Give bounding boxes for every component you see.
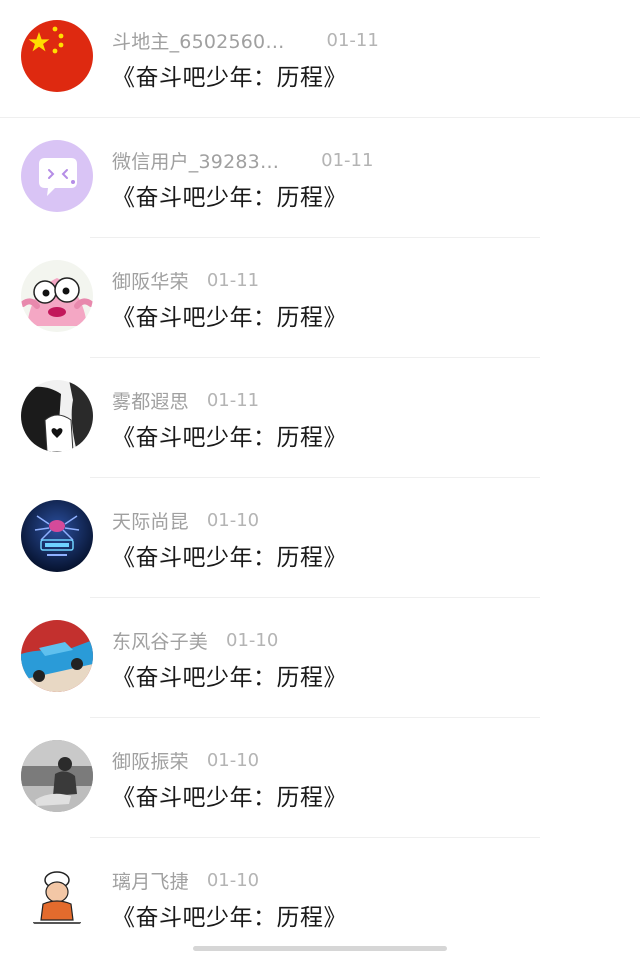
home-indicator[interactable] bbox=[193, 946, 447, 951]
blue-car-photo-avatar[interactable] bbox=[21, 620, 93, 692]
message-text: 《奋斗吧少年：历程》 bbox=[112, 905, 347, 931]
item-header: 璃月飞捷 01-10 bbox=[112, 867, 259, 893]
list-item[interactable]: 斗地主_6502560… 01-11 《奋斗吧少年：历程》 bbox=[0, 0, 640, 120]
list-item[interactable]: 天际尚昆 01-10 《奋斗吧少年：历程》 bbox=[0, 480, 640, 600]
username: 天际尚昆 bbox=[112, 510, 189, 533]
username: 微信用户_39283… bbox=[112, 150, 280, 173]
purple-chat-bubble-avatar[interactable] bbox=[21, 140, 93, 212]
timestamp: 01-10 bbox=[206, 509, 260, 531]
timestamp: 01-11 bbox=[206, 269, 260, 291]
china-flag-avatar[interactable] bbox=[21, 20, 93, 92]
divider bbox=[90, 597, 540, 598]
divider bbox=[90, 477, 540, 478]
cartoon-swimmer-sticker-avatar[interactable] bbox=[21, 860, 93, 932]
list-item[interactable]: 璃月飞捷 01-10 《奋斗吧少年：历程》 bbox=[0, 840, 640, 960]
username: 雾都遐思 bbox=[112, 390, 189, 413]
username: 御阪振荣 bbox=[112, 750, 189, 773]
item-header: 御阪华荣 01-11 bbox=[112, 267, 259, 293]
dark-blue-spider-logo-avatar[interactable] bbox=[21, 500, 93, 572]
username: 斗地主_6502560… bbox=[112, 30, 285, 53]
message-text: 《奋斗吧少年：历程》 bbox=[112, 785, 347, 811]
divider bbox=[90, 837, 540, 838]
grayscale-person-beach-photo-avatar[interactable] bbox=[21, 740, 93, 812]
divider bbox=[0, 117, 640, 118]
timestamp: 01-10 bbox=[206, 869, 260, 891]
item-header: 天际尚昆 01-10 bbox=[112, 507, 259, 533]
list-item[interactable]: 御阪华荣 01-11 《奋斗吧少年：历程》 bbox=[0, 240, 640, 360]
divider bbox=[90, 237, 540, 238]
message-text: 《奋斗吧少年：历程》 bbox=[112, 545, 347, 571]
list-item[interactable]: 东风谷子美 01-10 《奋斗吧少年：历程》 bbox=[0, 600, 640, 720]
list-item[interactable]: 御阪振荣 01-10 《奋斗吧少年：历程》 bbox=[0, 720, 640, 840]
timestamp: 01-10 bbox=[206, 749, 260, 771]
timestamp: 01-11 bbox=[321, 149, 374, 171]
divider bbox=[90, 717, 540, 718]
username: 御阪华荣 bbox=[112, 270, 189, 293]
pink-starfish-cartoon-avatar[interactable] bbox=[21, 260, 93, 332]
message-text: 《奋斗吧少年：历程》 bbox=[112, 425, 347, 451]
item-header: 东风谷子美 01-10 bbox=[112, 627, 278, 653]
message-text: 《奋斗吧少年：历程》 bbox=[112, 65, 347, 91]
message-text: 《奋斗吧少年：历程》 bbox=[112, 665, 347, 691]
item-header: 御阪振荣 01-10 bbox=[112, 747, 259, 773]
username: 璃月飞捷 bbox=[112, 870, 189, 893]
item-header: 雾都遐思 01-11 bbox=[112, 387, 259, 413]
timestamp: 01-11 bbox=[326, 29, 379, 51]
username: 东风谷子美 bbox=[112, 630, 209, 653]
divider bbox=[90, 357, 540, 358]
list-item[interactable]: 微信用户_39283… 01-11 《奋斗吧少年：历程》 bbox=[0, 120, 640, 240]
timestamp: 01-11 bbox=[206, 389, 260, 411]
message-text: 《奋斗吧少年：历程》 bbox=[112, 185, 347, 211]
timestamp: 01-10 bbox=[226, 629, 279, 651]
conversation-list: 斗地主_6502560… 01-11 《奋斗吧少年：历程》 微信用户_39283… bbox=[0, 0, 640, 960]
black-white-girl-heart-avatar[interactable] bbox=[21, 380, 93, 452]
item-header: 微信用户_39283… 01-11 bbox=[112, 147, 373, 173]
message-text: 《奋斗吧少年：历程》 bbox=[112, 305, 347, 331]
item-header: 斗地主_6502560… 01-11 bbox=[112, 27, 379, 53]
list-item[interactable]: 雾都遐思 01-11 《奋斗吧少年：历程》 bbox=[0, 360, 640, 480]
